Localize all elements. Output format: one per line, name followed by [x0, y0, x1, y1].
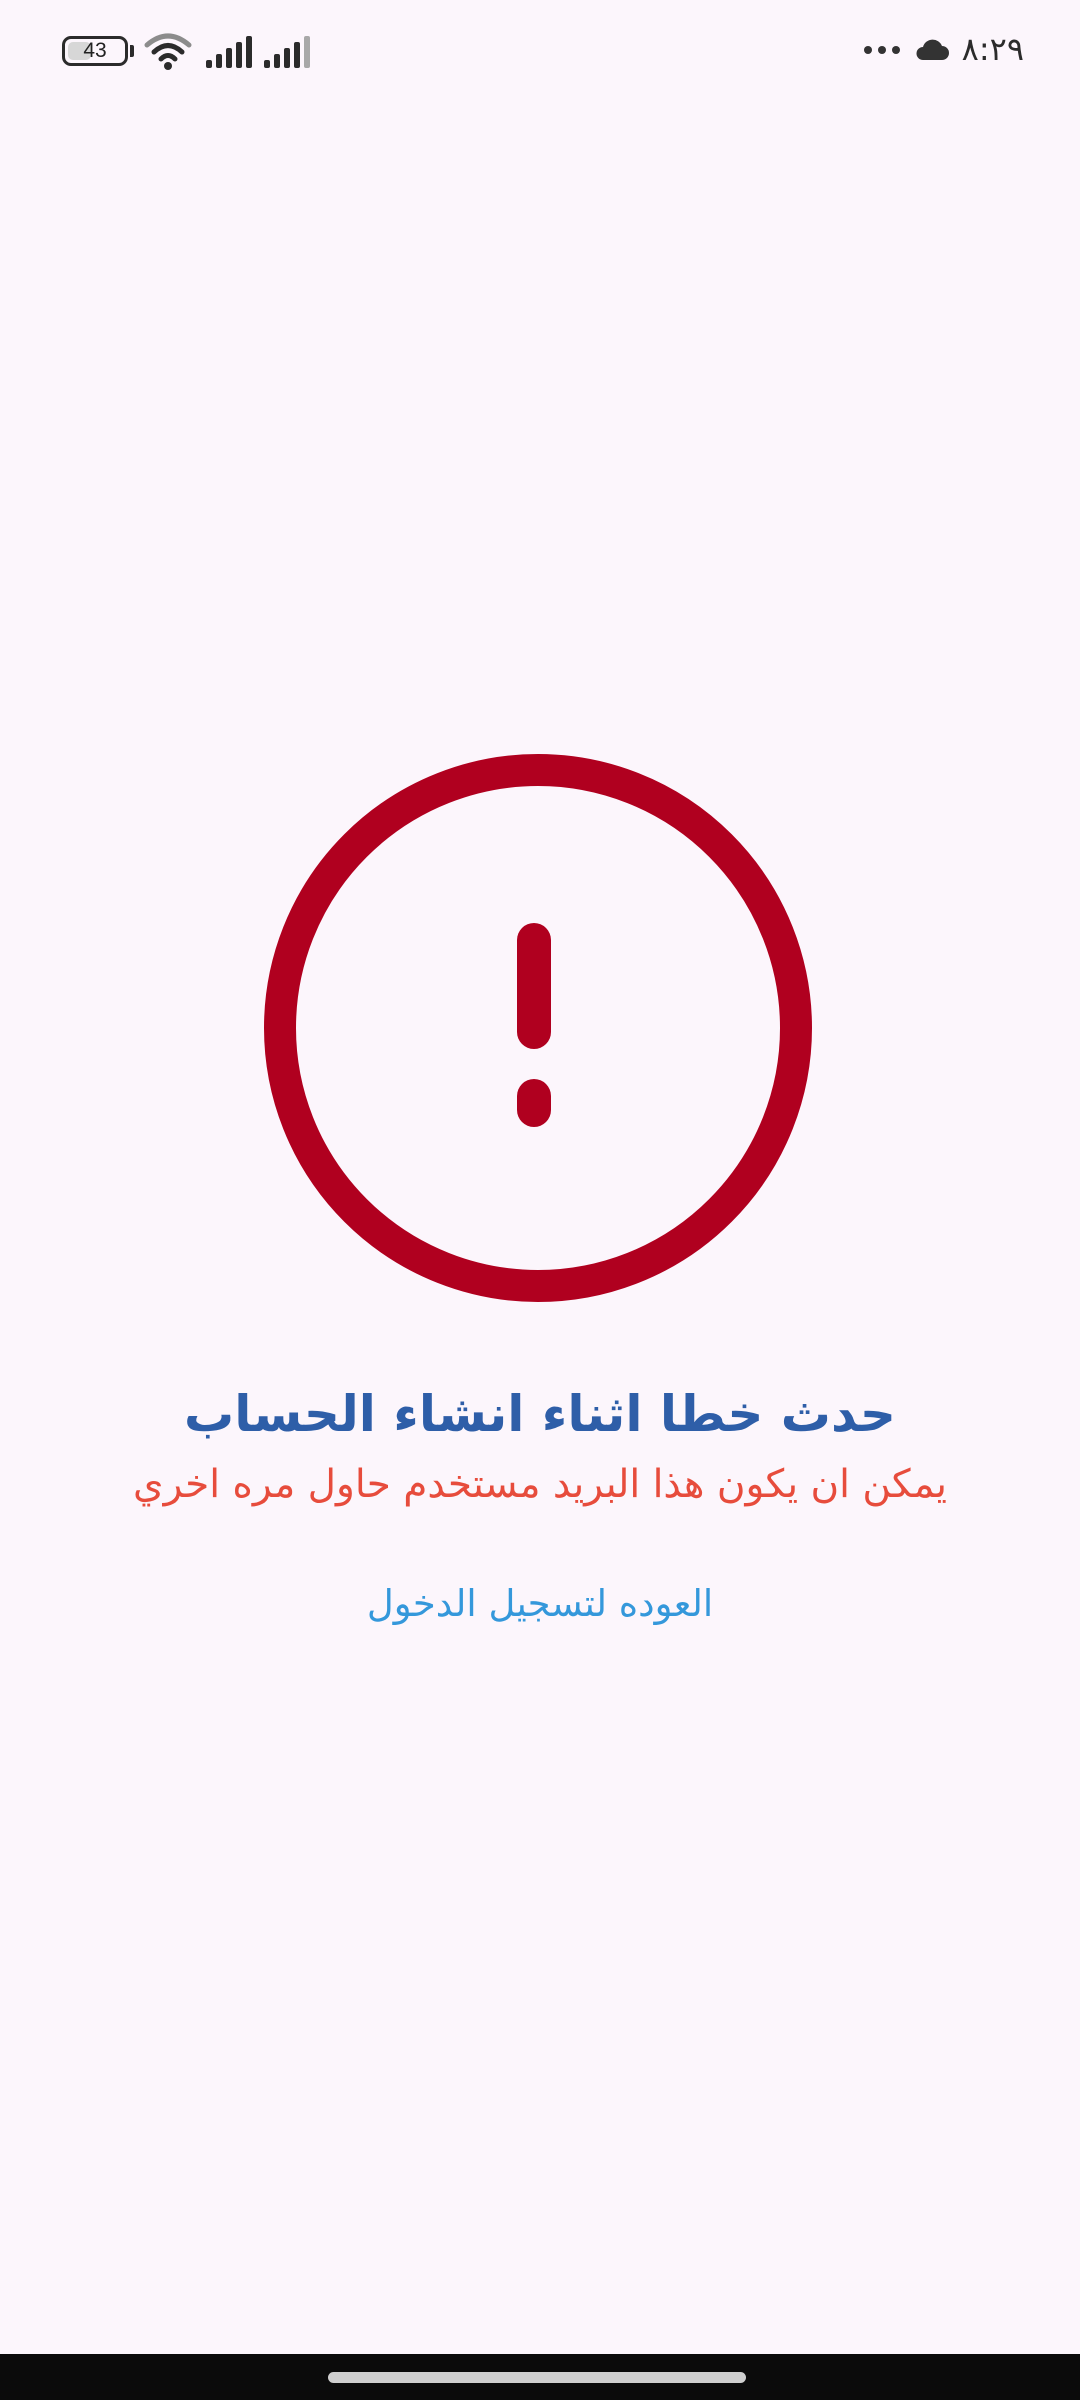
wifi-icon: [144, 33, 192, 70]
home-indicator[interactable]: [328, 2372, 746, 2383]
error-message: يمكن ان يكون هذا البريد مستخدم حاول مره …: [133, 1462, 947, 1507]
status-bar: 43 ٨:٢٩: [0, 0, 1080, 104]
signal-icon: [264, 36, 310, 68]
clock: ٨:٢٩: [961, 30, 1024, 68]
error-title: حدث خطا اثناء انشاء الحساب: [184, 1385, 896, 1443]
error-icon: [264, 754, 812, 1302]
more-icon: [864, 46, 900, 54]
battery-tip: [130, 45, 134, 57]
back-to-login-link[interactable]: العوده لتسجيل الدخول: [290, 1572, 790, 1636]
cloud-icon: [916, 39, 949, 60]
battery-icon: 43: [62, 36, 128, 66]
battery-level: 43: [83, 39, 107, 62]
signal-icon: [206, 36, 252, 68]
